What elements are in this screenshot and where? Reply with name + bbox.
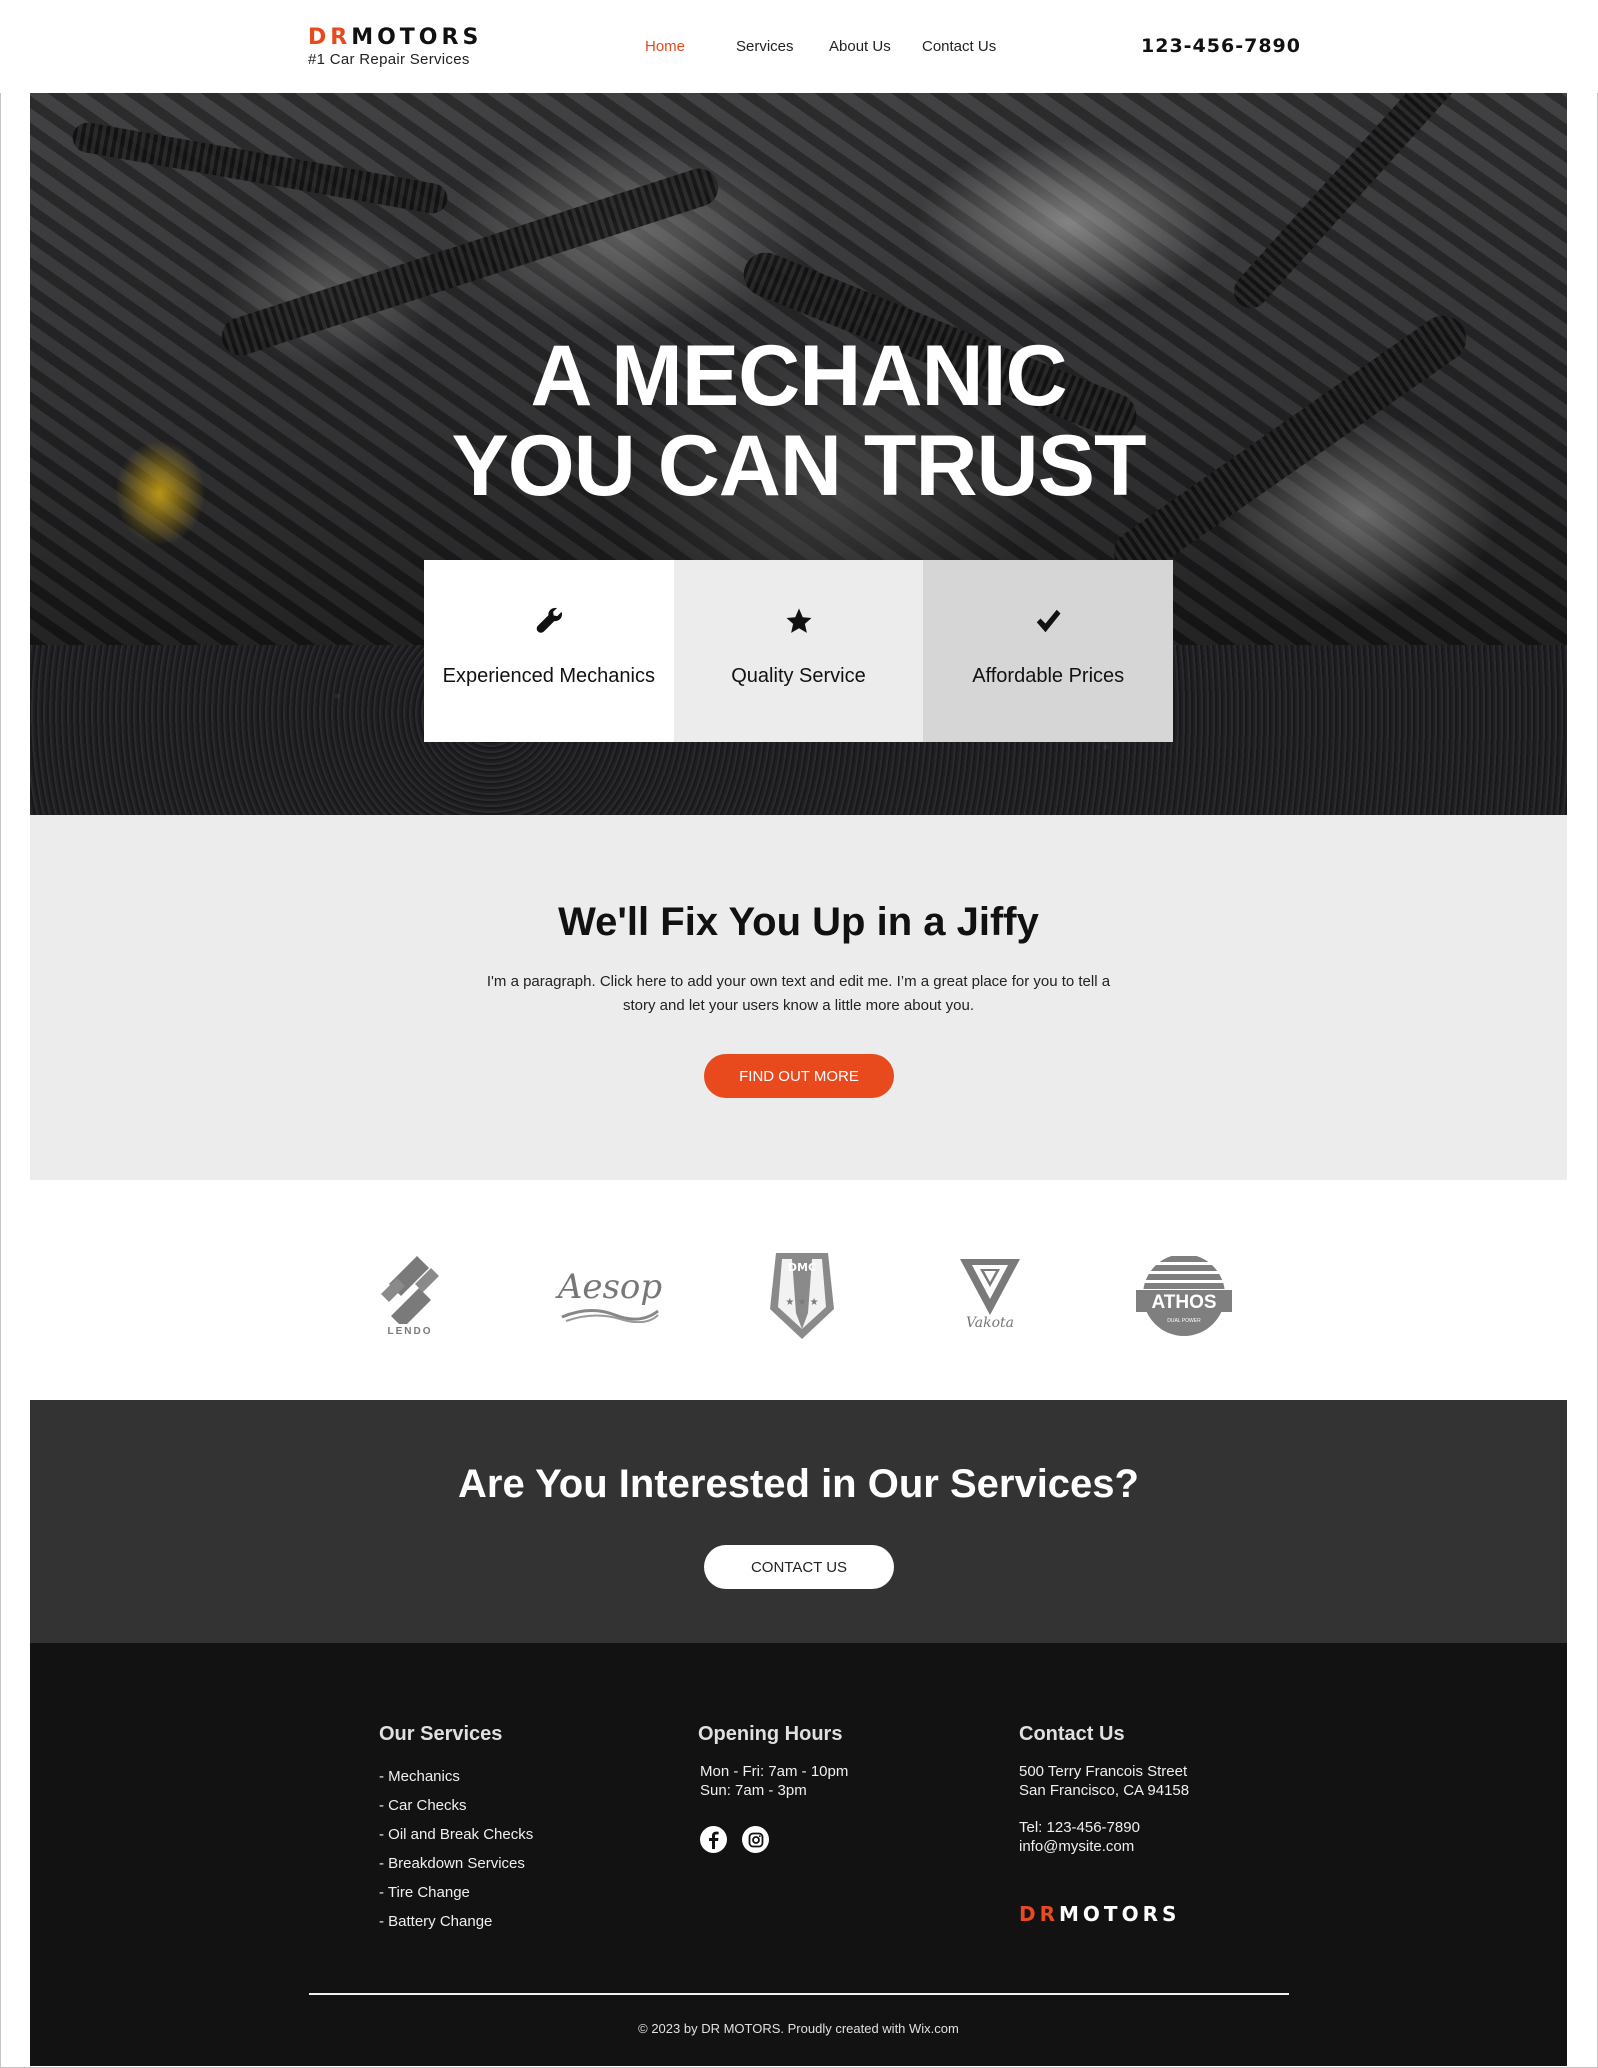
brand-logo-aesop: Aesop <box>555 1245 665 1345</box>
find-out-more-button[interactable]: FIND OUT MORE <box>704 1054 894 1098</box>
feature-label: Quality Service <box>731 665 866 687</box>
footer-logo[interactable]: DRMOTORS <box>1019 1902 1189 1926</box>
footer-hours-column: Opening Hours Mon - Fri: 7am - 10pm Sun:… <box>698 1723 848 1853</box>
footer-hours-heading: Opening Hours <box>698 1723 843 1745</box>
hose-decoration <box>70 120 450 216</box>
footer-logo-dr: DR <box>1019 1902 1060 1926</box>
logo-dr: DR <box>308 25 352 50</box>
feature-experienced-mechanics: Experienced Mechanics <box>424 560 674 742</box>
logo-motors: MOTORS <box>351 25 483 50</box>
nav-contact-us[interactable]: Contact Us <box>922 38 996 55</box>
svg-text:★ ★ ★: ★ ★ ★ <box>785 1297 818 1308</box>
footer-copyright: © 2023 by DR MOTORS. Proudly created wit… <box>638 2021 959 2036</box>
brand-logo-vakota: Vakota <box>950 1245 1030 1345</box>
footer-contact-heading: Contact Us <box>1019 1723 1125 1745</box>
site-footer: Our Services - Mechanics - Car Checks - … <box>30 1643 1567 2066</box>
hours-weekday: Mon - Fri: 7am - 10pm <box>700 1763 849 1780</box>
footer-contact-column: Contact Us 500 Terry Francois Street San… <box>1019 1723 1189 1926</box>
hose-decoration <box>1226 93 1494 316</box>
cta-section: Are You Interested in Our Services? CONT… <box>30 1400 1567 1643</box>
footer-logo-motors: MOTORS <box>1059 1902 1181 1926</box>
footer-divider <box>309 1993 1289 1995</box>
contact-us-button[interactable]: CONTACT US <box>704 1545 894 1589</box>
feature-label: Experienced Mechanics <box>442 665 655 687</box>
feature-label: Affordable Prices <box>972 665 1125 687</box>
site-header: DRMOTORS #1 Car Repair Services Home Ser… <box>0 0 1598 93</box>
nav-services[interactable]: Services <box>736 38 794 55</box>
footer-service-item[interactable]: - Breakdown Services <box>379 1849 533 1878</box>
hours-sunday: Sun: 7am - 3pm <box>700 1782 807 1799</box>
footer-service-item[interactable]: - Battery Change <box>379 1907 533 1936</box>
header-phone[interactable]: 123-456-7890 <box>1141 35 1301 57</box>
hero-title-line2: YOU CAN TRUST <box>451 418 1146 514</box>
footer-tel[interactable]: Tel: 123-456-7890 <box>1019 1818 1189 1837</box>
checkmark-icon <box>1031 604 1065 638</box>
brand-logo-athos: ATHOS DUAL POWER <box>1134 1245 1234 1345</box>
wrench-icon <box>532 604 566 638</box>
brand-logo-dmc: DMC ★ ★ ★ <box>762 1245 842 1345</box>
brand-name: DMC <box>788 1261 816 1274</box>
footer-services-column: Our Services - Mechanics - Car Checks - … <box>379 1723 533 1936</box>
footer-services-list: - Mechanics - Car Checks - Oil and Break… <box>379 1762 533 1936</box>
feature-quality-service: Quality Service <box>673 560 924 742</box>
brand-name: Aesop <box>557 1267 663 1307</box>
address-line2: San Francisco, CA 94158 <box>1019 1782 1190 1799</box>
star-icon <box>782 604 816 638</box>
brand-name: ATHOS <box>1151 1292 1216 1313</box>
brand-subtitle: DUAL POWER <box>1167 1318 1201 1324</box>
brand-logo-lendo: LENDO <box>370 1245 450 1345</box>
brand-name: Vakota <box>965 1315 1015 1331</box>
nav-home[interactable]: Home <box>645 38 685 55</box>
intro-section: We'll Fix You Up in a Jiffy I'm a paragr… <box>30 815 1567 1180</box>
feature-boxes: Experienced Mechanics Quality Service Af… <box>424 560 1174 742</box>
footer-service-item[interactable]: - Oil and Break Checks <box>379 1820 533 1849</box>
site-tagline: #1 Car Repair Services <box>308 51 470 68</box>
brand-logos-section: LENDO Aesop DMC ★ ★ ★ Vakota ATHOS DUAL … <box>30 1180 1567 1400</box>
footer-service-item[interactable]: - Car Checks <box>379 1791 533 1820</box>
footer-services-heading: Our Services <box>379 1723 503 1745</box>
intro-heading: We'll Fix You Up in a Jiffy <box>558 900 1039 944</box>
footer-email[interactable]: info@mysite.com <box>1019 1837 1189 1856</box>
address-line1: 500 Terry Francois Street <box>1019 1763 1188 1780</box>
intro-paragraph[interactable]: I'm a paragraph. Click here to add your … <box>478 970 1119 1018</box>
footer-service-item[interactable]: - Mechanics <box>379 1762 533 1791</box>
site-logo[interactable]: DRMOTORS <box>308 26 482 50</box>
instagram-icon[interactable] <box>742 1826 769 1853</box>
hero-title: A MECHANIC YOU CAN TRUST <box>30 331 1567 511</box>
footer-service-item[interactable]: - Tire Change <box>379 1878 533 1907</box>
feature-affordable-prices: Affordable Prices <box>923 560 1174 742</box>
hero-title-line1: A MECHANIC <box>530 328 1067 424</box>
hero-section: A MECHANIC YOU CAN TRUST Experienced Mec… <box>30 93 1567 815</box>
nav-about-us[interactable]: About Us <box>829 38 891 55</box>
facebook-icon[interactable] <box>700 1826 727 1853</box>
cta-heading: Are You Interested in Our Services? <box>458 1462 1139 1506</box>
social-links <box>698 1826 848 1853</box>
brand-name: LENDO <box>387 1325 433 1337</box>
